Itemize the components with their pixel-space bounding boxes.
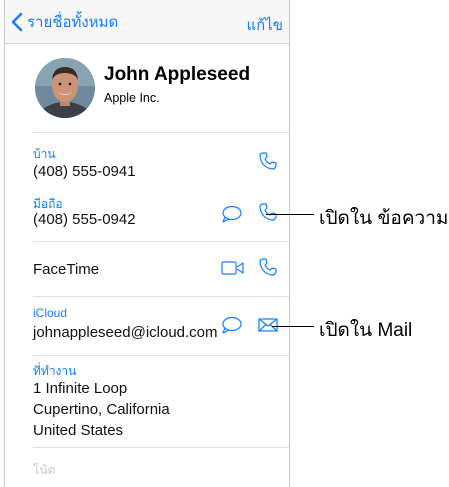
message-icon[interactable] bbox=[221, 204, 243, 224]
edit-button[interactable]: แก้ไข bbox=[246, 13, 283, 37]
phone-icon[interactable] bbox=[258, 257, 278, 277]
facetime-label: FaceTime bbox=[33, 261, 100, 278]
mail-icon[interactable] bbox=[258, 318, 278, 332]
icloud-email-row[interactable]: iCloud johnappleseed@icloud.com bbox=[5, 297, 289, 355]
back-label: รายชื่อทั้งหมด bbox=[27, 14, 119, 31]
phone-icon[interactable] bbox=[258, 202, 278, 222]
work-address-row[interactable]: ที่ทำงาน 1 Infinite Loop Cupertino, Cali… bbox=[5, 356, 289, 444]
callout-open-in-messages: เปิดใน ข้อความ bbox=[319, 208, 449, 229]
contact-header: John Appleseed Apple Inc. bbox=[5, 44, 289, 132]
video-icon[interactable] bbox=[221, 260, 245, 276]
contact-name: John Appleseed bbox=[104, 64, 251, 85]
icloud-label: iCloud bbox=[33, 306, 68, 320]
notes-row[interactable]: โน้ต bbox=[5, 448, 289, 487]
address-line-1: 1 Infinite Loop bbox=[33, 380, 128, 397]
icloud-email-value: johnappleseed@icloud.com bbox=[33, 324, 218, 341]
home-phone-row[interactable]: บ้าน (408) 555-0941 bbox=[5, 133, 289, 193]
callout-open-in-mail: เปิดใน Mail bbox=[319, 320, 413, 341]
phone-icon[interactable] bbox=[258, 151, 278, 171]
chevron-left-icon bbox=[11, 12, 23, 32]
facetime-row[interactable]: FaceTime bbox=[5, 242, 289, 296]
address-line-2: Cupertino, California bbox=[33, 401, 170, 418]
address-line-3: United States bbox=[33, 422, 124, 439]
notes-label: โน้ต bbox=[33, 463, 56, 477]
back-button[interactable]: รายชื่อทั้งหมด bbox=[11, 10, 118, 34]
avatar bbox=[35, 58, 95, 118]
callout-line-messages bbox=[266, 214, 314, 215]
navigation-bar: รายชื่อทั้งหมด แก้ไข bbox=[5, 0, 289, 44]
callout-line-mail bbox=[272, 326, 314, 327]
home-phone-value: (408) 555-0941 bbox=[33, 163, 136, 180]
message-icon[interactable] bbox=[221, 315, 243, 335]
contact-company: Apple Inc. bbox=[104, 91, 160, 105]
mobile-phone-value: (408) 555-0942 bbox=[33, 211, 136, 228]
mobile-phone-row[interactable]: มือถือ (408) 555-0942 bbox=[5, 193, 289, 240]
contact-card-screen: รายชื่อทั้งหมด แก้ไข John Appleseed Appl… bbox=[4, 0, 290, 487]
